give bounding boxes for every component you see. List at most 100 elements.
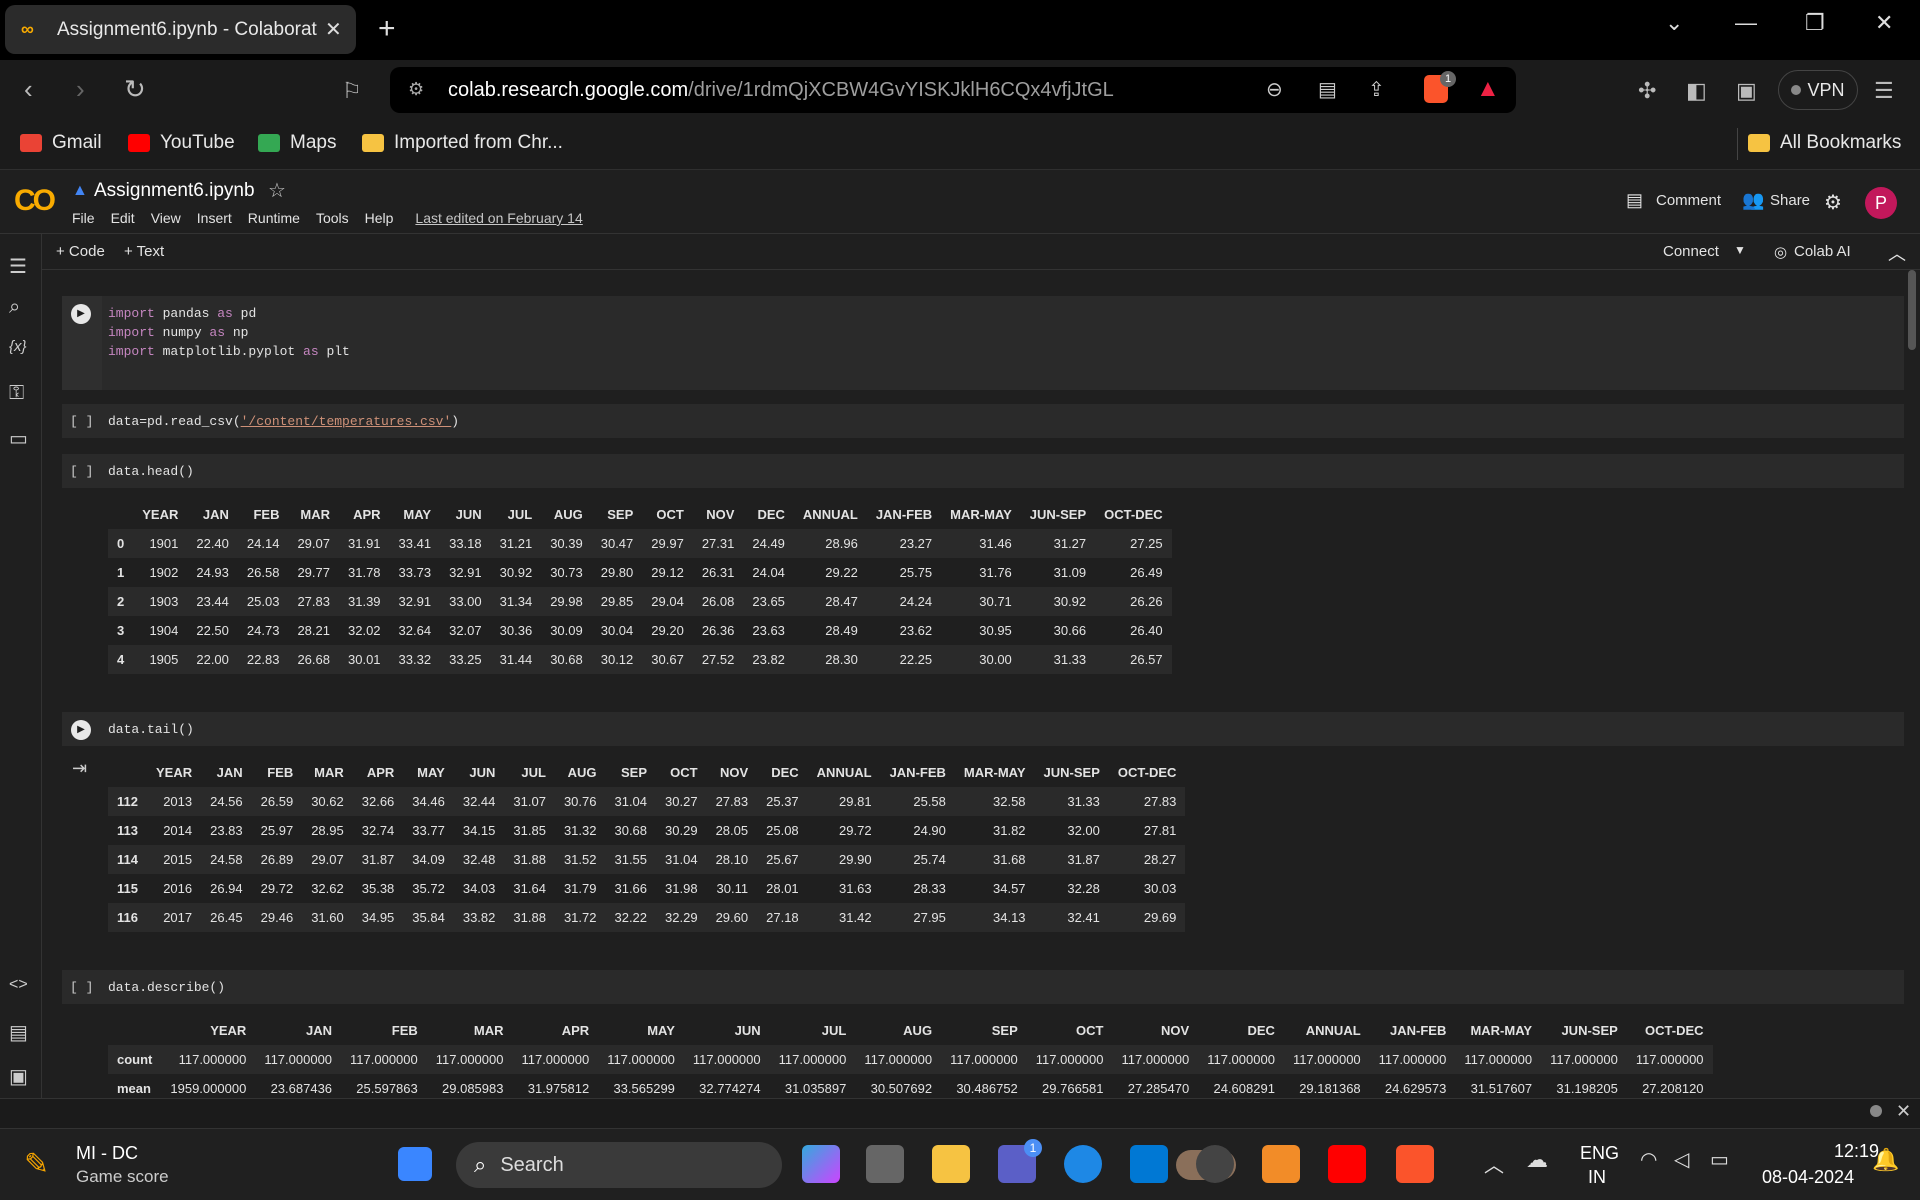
taskbar-search[interactable]: ⌕ Search: [456, 1142, 1236, 1188]
table-cell: 31.33: [1020, 645, 1096, 674]
reader-mode-icon[interactable]: ▤: [1318, 77, 1337, 102]
reload-button[interactable]: ↻: [124, 74, 146, 105]
file-explorer-icon[interactable]: [932, 1145, 970, 1183]
table-cell: 28.95: [311, 823, 344, 838]
start-icon[interactable]: [398, 1147, 432, 1181]
volume-icon[interactable]: ◁: [1674, 1147, 1689, 1172]
store-icon[interactable]: [1130, 1145, 1168, 1183]
connect-dropdown-icon[interactable]: ▼: [1734, 243, 1746, 257]
menu-help[interactable]: Help: [365, 210, 394, 226]
run-cell-button[interactable]: ▶: [71, 720, 91, 740]
settings-gear-icon[interactable]: ⚙: [1824, 190, 1842, 215]
language-indicator[interactable]: ENG: [1580, 1143, 1619, 1164]
tab-search-icon[interactable]: ⌄: [1665, 10, 1683, 36]
star-icon[interactable]: ☆: [268, 178, 286, 203]
colab-ai-button[interactable]: Colab AI: [1794, 243, 1851, 260]
add-code-button[interactable]: + Code: [56, 243, 105, 260]
close-window-button[interactable]: ✕: [1875, 10, 1893, 36]
forward-button[interactable]: ›: [76, 74, 85, 105]
table-cell: 25.58: [880, 787, 955, 816]
vpn-button[interactable]: VPN: [1778, 70, 1858, 110]
back-button[interactable]: ‹: [24, 74, 33, 105]
edge-icon[interactable]: [1064, 1145, 1102, 1183]
wifi-icon[interactable]: ◠: [1640, 1147, 1657, 1172]
restore-button[interactable]: ❐: [1805, 10, 1825, 36]
code-line: import matplotlib.pyplot as plt: [108, 342, 1904, 361]
notebook-title[interactable]: Assignment6.ipynb: [94, 180, 255, 202]
code-cell-describe[interactable]: data.describe(): [62, 970, 1904, 1004]
colab-logo[interactable]: CO: [14, 184, 56, 218]
site-info-icon[interactable]: ⚙: [408, 79, 424, 100]
output-menu-icon[interactable]: ⇥: [72, 758, 87, 779]
wallet-icon[interactable]: ▣: [1736, 78, 1757, 104]
code-cell-read-csv[interactable]: data=pd.read_csv('/content/temperatures.…: [62, 404, 1904, 438]
share-button[interactable]: Share: [1770, 192, 1810, 209]
bookmark-youtube[interactable]: YouTube: [128, 132, 235, 154]
table-of-contents-icon[interactable]: ☰: [9, 254, 27, 279]
menu-runtime[interactable]: Runtime: [248, 210, 300, 226]
menu-view[interactable]: View: [151, 210, 181, 226]
task-view-icon[interactable]: [866, 1145, 904, 1183]
extensions-icon[interactable]: ✣: [1638, 78, 1656, 104]
avatar[interactable]: P: [1865, 187, 1897, 219]
menu-file[interactable]: File: [72, 210, 95, 226]
minimize-button[interactable]: —: [1735, 10, 1757, 36]
command-palette-icon[interactable]: ▤: [9, 1020, 28, 1045]
colab-menu: File Edit View Insert Runtime Tools Help…: [72, 210, 583, 226]
menu-insert[interactable]: Insert: [197, 210, 232, 226]
new-tab-button[interactable]: +: [378, 12, 396, 46]
menu-edit[interactable]: Edit: [111, 210, 135, 226]
bookmark-folder-imported[interactable]: Imported from Chr...: [362, 132, 563, 154]
column-header: MAR-MAY: [963, 765, 1026, 780]
widget-title[interactable]: MI - DC: [76, 1143, 138, 1164]
add-text-button[interactable]: + Text: [124, 243, 164, 260]
search-icon[interactable]: ⌕: [9, 296, 20, 319]
youtube-app-icon[interactable]: [1328, 1145, 1366, 1183]
connect-button[interactable]: Connect: [1663, 243, 1719, 260]
battery-icon[interactable]: ▭: [1710, 1147, 1729, 1172]
code-cell-head[interactable]: data.head(): [62, 454, 1904, 488]
table-cell: 31.09: [1053, 565, 1087, 580]
all-bookmarks-button[interactable]: All Bookmarks: [1748, 132, 1901, 154]
code-cell-imports[interactable]: import pandas as pd import numpy as np i…: [62, 296, 1904, 390]
table-cell: 117.000000: [341, 1045, 427, 1074]
variables-icon[interactable]: {x}: [9, 338, 27, 355]
sidebar-icon[interactable]: ◧: [1686, 78, 1707, 104]
browser-tab[interactable]: ∞ Assignment6.ipynb - Colaborato ✕: [5, 5, 356, 54]
menu-icon[interactable]: ☰: [1874, 78, 1894, 104]
notification-bell-icon[interactable]: 🔔: [1872, 1147, 1899, 1173]
run-cell-button[interactable]: ▶: [71, 304, 91, 324]
bookmark-gmail[interactable]: Gmail: [20, 132, 102, 154]
collapse-header-icon[interactable]: ︿: [1888, 240, 1906, 266]
scrollbar-thumb[interactable]: [1908, 270, 1916, 350]
brave-browser-icon[interactable]: [1396, 1145, 1434, 1183]
onedrive-icon[interactable]: ☁: [1526, 1147, 1548, 1173]
share-page-icon[interactable]: ⇪: [1368, 77, 1385, 102]
code-snippets-icon[interactable]: <>: [9, 976, 28, 994]
bookmark-maps[interactable]: Maps: [258, 132, 336, 154]
zoom-out-icon[interactable]: ⊖: [1266, 77, 1283, 102]
close-status-icon[interactable]: ✕: [1896, 1101, 1911, 1122]
menu-tools[interactable]: Tools: [316, 210, 349, 226]
maps-icon: [258, 134, 280, 152]
code-cell-tail[interactable]: data.tail(): [62, 712, 1904, 746]
brave-rewards-icon[interactable]: ▲: [1476, 75, 1500, 103]
close-tab-icon[interactable]: ✕: [325, 17, 342, 42]
comment-button[interactable]: Comment: [1656, 192, 1721, 209]
secrets-key-icon[interactable]: ⚿: [9, 382, 24, 405]
terminal-icon[interactable]: ▣: [9, 1064, 28, 1089]
last-edited-link[interactable]: Last edited on February 14: [415, 210, 582, 226]
column-header: MAR-MAY: [1470, 1023, 1533, 1038]
address-bar[interactable]: ⚙ colab.research.google.com/drive/1rdmQj…: [390, 67, 1516, 113]
files-folder-icon[interactable]: ▭: [9, 426, 28, 451]
sublime-icon[interactable]: [1262, 1145, 1300, 1183]
bookmark-icon[interactable]: ⚐: [342, 78, 362, 104]
table-cell: 2013: [146, 787, 202, 816]
copilot-icon[interactable]: [802, 1145, 840, 1183]
tray-overflow-icon[interactable]: ︿: [1484, 1149, 1504, 1178]
search-icon: ⌕: [474, 1152, 487, 1177]
table-cell: 26.49: [1130, 565, 1163, 580]
dell-icon[interactable]: [1196, 1145, 1234, 1183]
notebook-scrollbar[interactable]: [1906, 270, 1918, 1098]
cricket-widget-icon[interactable]: ✎: [24, 1147, 49, 1182]
